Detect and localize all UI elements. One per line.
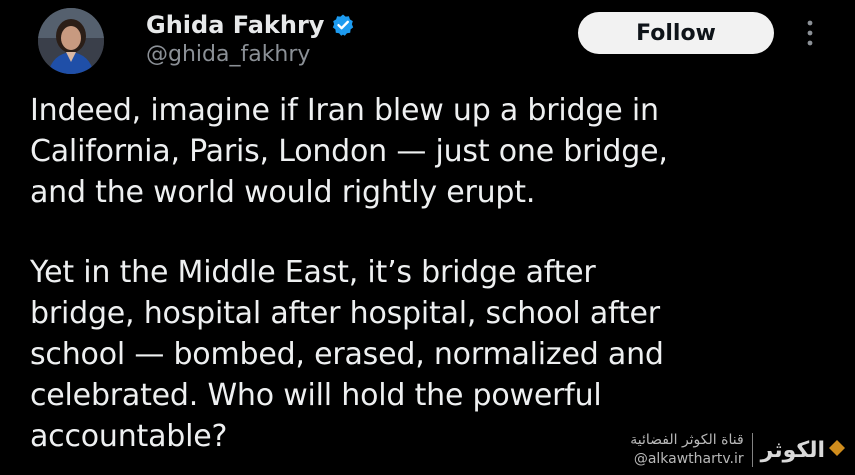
tweet-paragraph-2: Yet in the Middle East, it’s bridge afte… (30, 255, 664, 454)
author-name-row: Ghida Fakhry (146, 8, 355, 42)
watermark-site: @alkawthartv.ir (633, 451, 744, 467)
alkawthar-diamond-logo-icon (829, 440, 845, 460)
follow-button[interactable]: Follow (578, 12, 774, 54)
tweet-text: Indeed, imagine if Iran blew up a bridge… (30, 90, 840, 457)
avatar-photo (38, 8, 104, 74)
avatar[interactable] (38, 8, 104, 74)
channel-watermark: قناة الكوثر الفضائية @alkawthartv.ir الك… (630, 431, 845, 469)
watermark-logo-text: الكوثر (760, 437, 825, 463)
tweet-paragraph-1: Indeed, imagine if Iran blew up a bridge… (30, 93, 668, 210)
watermark-logo: الكوثر (761, 438, 845, 463)
more-options-icon[interactable] (800, 16, 820, 50)
author-display-name[interactable]: Ghida Fakhry (146, 11, 324, 39)
verified-badge-icon (331, 13, 355, 37)
watermark-channel-name: قناة الكوثر الفضائية (630, 432, 744, 448)
watermark-divider (751, 433, 753, 467)
watermark-text: قناة الكوثر الفضائية @alkawthartv.ir (630, 431, 743, 469)
author-handle[interactable]: @ghida_fakhry (146, 42, 310, 67)
tweet-header: Ghida Fakhry @ghida_fakhry Follow (0, 0, 855, 80)
